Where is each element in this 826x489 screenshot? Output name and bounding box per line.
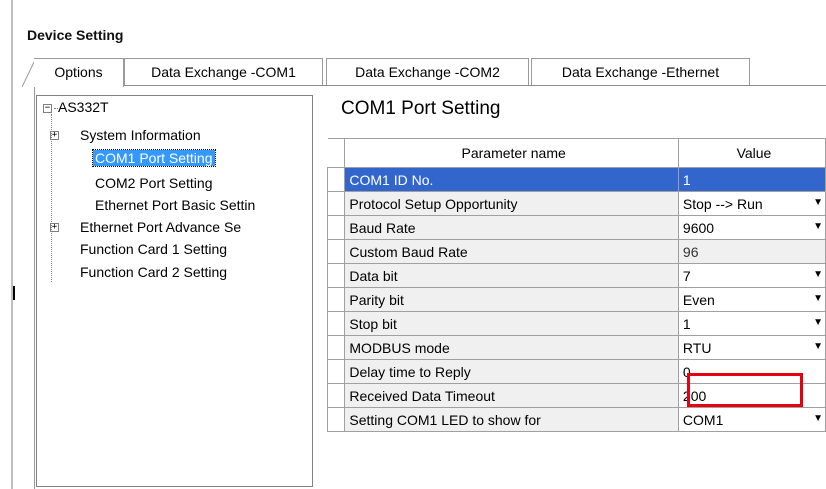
tree-guide: [54, 107, 58, 109]
grid-header-gutter: [327, 138, 346, 168]
tree-item-label: System Information: [80, 127, 201, 143]
param-value[interactable]: 1: [677, 167, 826, 192]
grid-row-baud-rate[interactable]: Baud Rate 9600 ▼: [327, 215, 826, 240]
tab-label: Options: [54, 64, 103, 80]
dropdown-arrow-icon[interactable]: ▼: [813, 197, 823, 208]
param-name: Baud Rate: [344, 215, 679, 240]
row-gutter: [327, 239, 346, 264]
tree-item-com1-port-setting[interactable]: COM1 Port Setting: [92, 149, 216, 168]
tree-item-ethernet-basic[interactable]: Ethernet Port Basic Settin: [95, 196, 255, 215]
row-gutter: [327, 407, 346, 432]
tree-item-label: Function Card 2 Setting: [80, 264, 228, 280]
row-gutter: [327, 335, 346, 360]
dropdown-arrow-icon[interactable]: ▼: [813, 317, 823, 328]
tab-strip: Options Data Exchange -COM1 Data Exchang…: [22, 58, 826, 88]
param-value-select[interactable]: 1 ▼: [677, 311, 826, 336]
param-value-select[interactable]: Stop --> Run ▼: [677, 191, 826, 216]
tab-data-exchange-com1[interactable]: Data Exchange -COM1: [124, 58, 323, 85]
tree-item-label: Ethernet Port Basic Settin: [95, 197, 256, 213]
param-value-select[interactable]: RTU ▼: [677, 335, 826, 360]
param-value: Stop --> Run: [682, 195, 763, 212]
dropdown-arrow-icon[interactable]: ▼: [813, 413, 823, 424]
tree-item-label: COM1 Port Setting: [92, 149, 216, 167]
param-name: Stop bit: [344, 311, 679, 336]
tab-options[interactable]: Options: [34, 58, 124, 87]
row-gutter: [327, 383, 346, 408]
param-name: Setting COM1 LED to show for: [344, 407, 679, 432]
row-gutter: [327, 215, 346, 240]
grid-row-custom-baud-rate[interactable]: Custom Baud Rate 96: [327, 239, 826, 264]
tree-item-label: COM2 Port Setting: [95, 175, 213, 191]
param-name: Custom Baud Rate: [344, 239, 679, 264]
grid-row-data-bit[interactable]: Data bit 7 ▼: [327, 263, 826, 288]
param-value: COM1: [682, 411, 724, 428]
tab-label: Data Exchange -COM1: [151, 64, 296, 80]
param-name: Data bit: [344, 263, 679, 288]
tab-data-exchange-ethernet[interactable]: Data Exchange -Ethernet: [531, 58, 750, 85]
column-header-name[interactable]: Parameter name: [344, 138, 679, 168]
grid-header-row: Parameter name Value: [327, 138, 826, 168]
param-value-select[interactable]: COM1 ▼: [677, 407, 826, 432]
grid-row-com1-led[interactable]: Setting COM1 LED to show for COM1 ▼: [327, 407, 826, 432]
row-gutter: [327, 311, 346, 336]
tree-item-label: Function Card 1 Setting: [80, 241, 228, 257]
param-value: 9600: [682, 219, 715, 236]
column-header-value[interactable]: Value: [677, 138, 826, 168]
param-value-select[interactable]: 7 ▼: [677, 263, 826, 288]
param-name: Received Data Timeout: [344, 383, 679, 408]
param-value: 7: [682, 267, 691, 284]
window-title: Device Setting: [27, 27, 124, 43]
tree-root[interactable]: − AS332T: [43, 98, 109, 117]
expand-icon[interactable]: +: [50, 223, 59, 232]
dropdown-arrow-icon[interactable]: ▼: [813, 293, 823, 304]
param-value: 1: [682, 315, 691, 332]
grid-row-stop-bit[interactable]: Stop bit 1 ▼: [327, 311, 826, 336]
property-grid[interactable]: Parameter name Value COM1 ID No. 1 Proto…: [327, 138, 826, 489]
tree-root-label: AS332T: [58, 99, 109, 115]
tree-item-com2-port-setting[interactable]: COM2 Port Setting: [95, 174, 213, 193]
row-gutter: [327, 287, 346, 312]
param-name: Protocol Setup Opportunity: [344, 191, 679, 216]
dropdown-arrow-icon[interactable]: ▼: [813, 221, 823, 232]
grid-row-protocol-setup[interactable]: Protocol Setup Opportunity Stop --> Run ▼: [327, 191, 826, 216]
edge-marker: [13, 286, 15, 300]
param-name: Parity bit: [344, 287, 679, 312]
row-gutter: [327, 359, 346, 384]
param-value: RTU: [682, 339, 712, 356]
grid-row-parity-bit[interactable]: Parity bit Even ▼: [327, 287, 826, 312]
tab-label: Data Exchange -COM2: [355, 64, 500, 80]
param-name: MODBUS mode: [344, 335, 679, 360]
tree-item-system-information[interactable]: + System Information: [50, 126, 201, 145]
tree-item-label: Ethernet Port Advance Se: [80, 219, 242, 235]
tree-item-ethernet-advance[interactable]: + Ethernet Port Advance Se: [50, 218, 242, 237]
param-value: 96: [677, 239, 826, 264]
param-name: Delay time to Reply: [344, 359, 679, 384]
tab-data-exchange-com2[interactable]: Data Exchange -COM2: [326, 58, 529, 85]
highlight-box-modbus-mode: [687, 373, 803, 407]
expand-icon[interactable]: +: [50, 131, 59, 140]
param-name: COM1 ID No.: [344, 167, 679, 192]
tree-item-function-card-2[interactable]: Function Card 2 Setting: [80, 263, 227, 282]
collapse-icon[interactable]: −: [43, 103, 52, 113]
grid-row-modbus-mode[interactable]: MODBUS mode RTU ▼: [327, 335, 826, 360]
grid-row-com1-id[interactable]: COM1 ID No. 1: [327, 167, 826, 192]
settings-tree[interactable]: − AS332T + System Information COM1 Port Se…: [36, 95, 313, 487]
param-value: Even: [682, 291, 715, 308]
tab-label: Data Exchange -Ethernet: [561, 64, 720, 80]
param-value-select[interactable]: 9600 ▼: [677, 215, 826, 240]
row-gutter: [327, 191, 346, 216]
dropdown-arrow-icon[interactable]: ▼: [813, 269, 823, 280]
row-gutter: [327, 167, 346, 192]
row-gutter: [327, 263, 346, 288]
window-left-edge: [11, 0, 13, 489]
section-title: COM1 Port Setting: [341, 98, 501, 119]
dropdown-arrow-icon[interactable]: ▼: [813, 341, 823, 352]
tree-item-function-card-1[interactable]: Function Card 1 Setting: [80, 240, 227, 259]
param-value-select[interactable]: Even ▼: [677, 287, 826, 312]
